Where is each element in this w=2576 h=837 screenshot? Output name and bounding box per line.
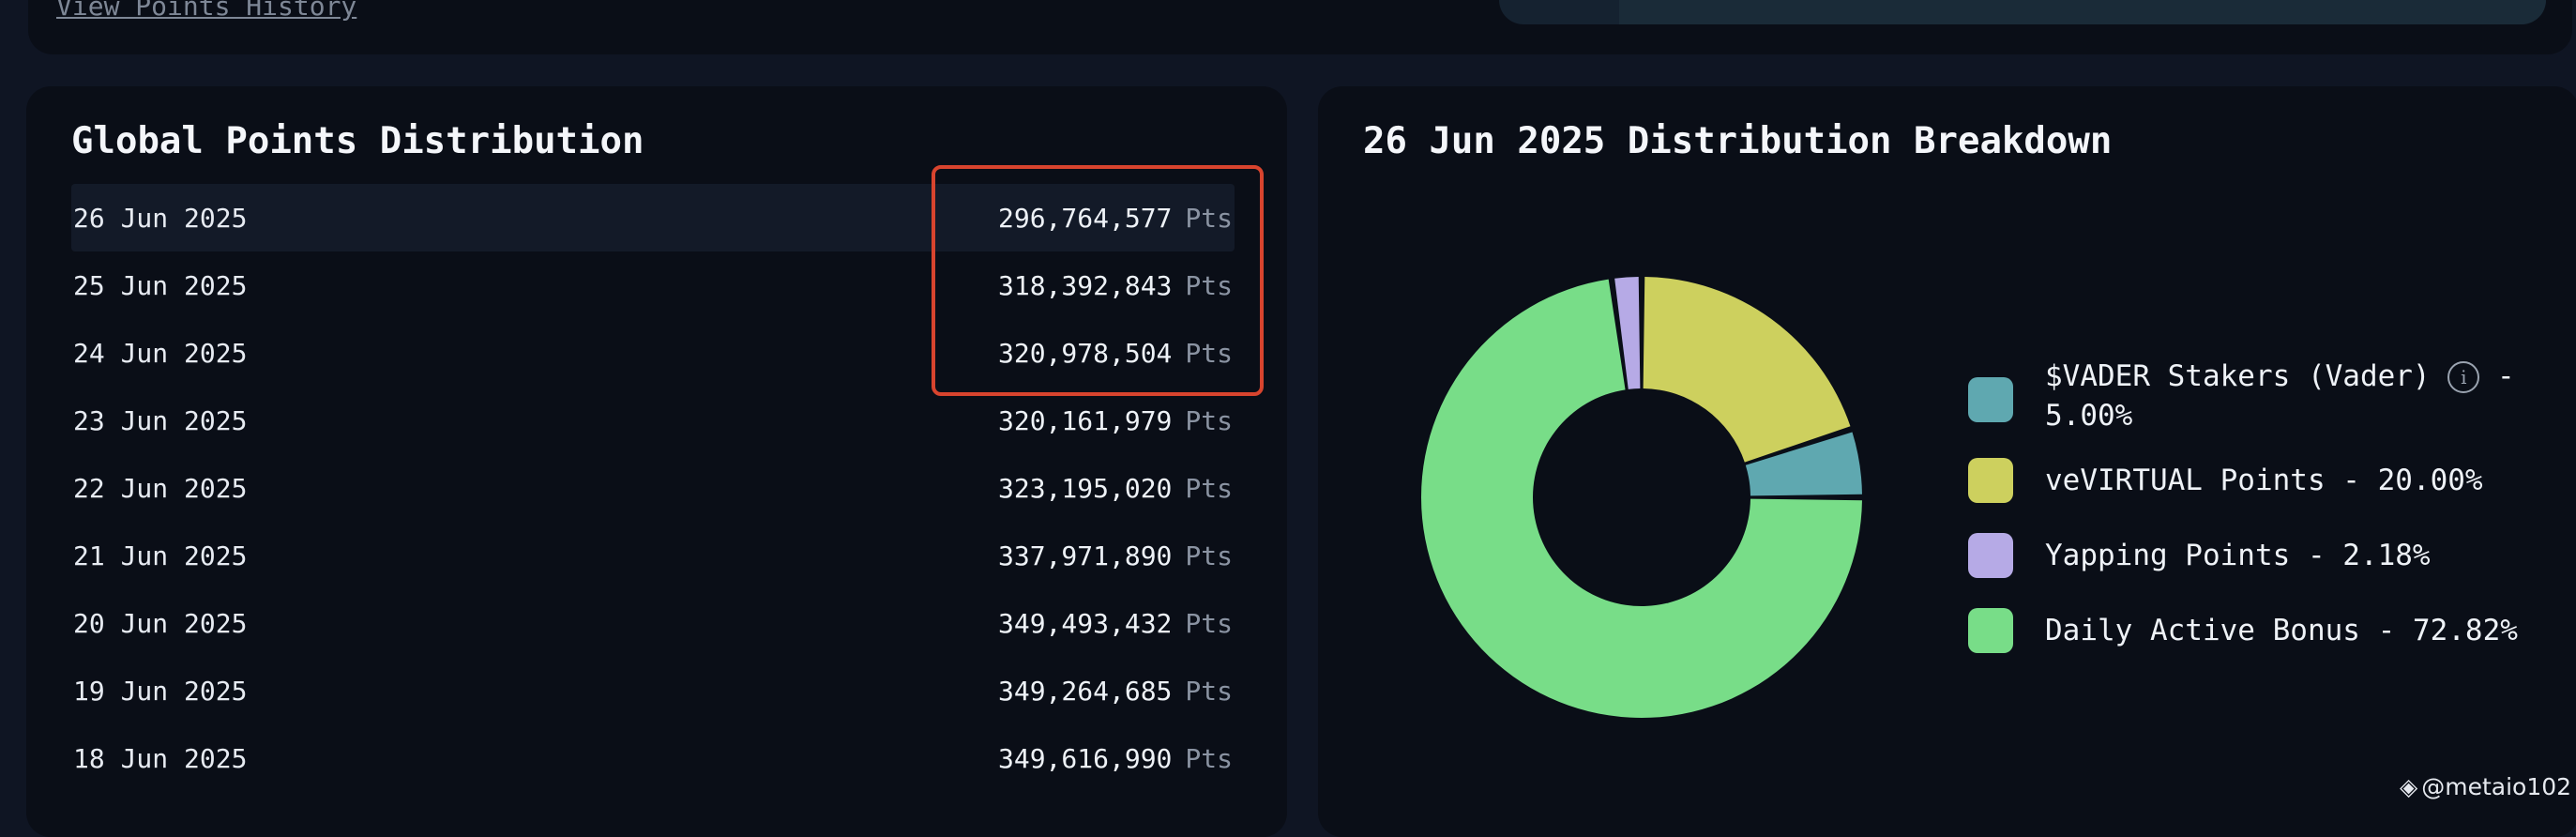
points-unit: Pts bbox=[1185, 540, 1233, 571]
legend-swatch bbox=[1968, 608, 2013, 653]
row-date: 20 Jun 2025 bbox=[73, 607, 248, 639]
row-value: 337,971,890 Pts bbox=[998, 540, 1235, 571]
legend-label: Daily Active Bonus - 72.82% bbox=[2045, 614, 2518, 647]
points-number: 349,264,685 bbox=[997, 675, 1173, 707]
watermark: ◈ @metaio102 bbox=[2400, 773, 2571, 800]
legend-label-line2: 5.00% bbox=[2045, 399, 2133, 433]
row-date: 25 Jun 2025 bbox=[73, 269, 248, 301]
watermark-text: @metaio102 bbox=[2421, 773, 2572, 800]
legend-label: $VADER Stakers (Vader) i - 5.00% bbox=[2045, 357, 2515, 435]
info-icon[interactable]: i bbox=[2447, 361, 2480, 393]
row-date: 23 Jun 2025 bbox=[73, 404, 248, 436]
annotation-highlight-box bbox=[932, 165, 1264, 396]
table-row[interactable]: 21 Jun 2025 337,971,890 Pts bbox=[71, 522, 1235, 589]
top-right-progress-bar bbox=[1499, 0, 2546, 24]
legend-swatch bbox=[1968, 533, 2013, 578]
points-number: 323,195,020 bbox=[997, 472, 1173, 504]
table-row[interactable]: 23 Jun 2025 320,161,979 Pts bbox=[71, 387, 1235, 454]
panel-title: Global Points Distribution bbox=[71, 120, 644, 162]
row-date: 19 Jun 2025 bbox=[73, 675, 248, 707]
legend-swatch bbox=[1968, 458, 2013, 503]
points-number: 337,971,890 bbox=[997, 540, 1173, 571]
points-unit: Pts bbox=[1185, 472, 1233, 504]
points-number: 349,493,432 bbox=[997, 607, 1173, 639]
row-date: 26 Jun 2025 bbox=[73, 202, 248, 234]
table-row[interactable]: 19 Jun 2025 349,264,685 Pts bbox=[71, 657, 1235, 724]
points-number: 349,616,990 bbox=[997, 742, 1173, 774]
row-date: 18 Jun 2025 bbox=[73, 742, 248, 774]
points-unit: Pts bbox=[1185, 404, 1233, 436]
legend-label: Yapping Points - 2.18% bbox=[2045, 539, 2431, 572]
legend-label: veVIRTUAL Points - 20.00% bbox=[2045, 464, 2483, 497]
panel-title: 26 Jun 2025 Distribution Breakdown bbox=[1363, 120, 2113, 162]
table-row[interactable]: 18 Jun 2025 349,616,990 Pts bbox=[71, 724, 1235, 792]
progress-fill bbox=[1619, 0, 2546, 24]
table-row[interactable]: 22 Jun 2025 323,195,020 Pts bbox=[71, 454, 1235, 522]
row-date: 24 Jun 2025 bbox=[73, 337, 248, 369]
breakdown-donut-chart bbox=[1421, 277, 1862, 718]
legend-label-line1: $VADER Stakers (Vader) bbox=[2045, 359, 2431, 393]
points-unit: Pts bbox=[1185, 675, 1233, 707]
row-value: 349,493,432 Pts bbox=[998, 608, 1235, 639]
binance-diamond-icon: ◈ bbox=[2400, 773, 2418, 800]
row-date: 22 Jun 2025 bbox=[73, 472, 248, 504]
points-number: 320,161,979 bbox=[997, 404, 1173, 436]
legend-swatch bbox=[1968, 377, 2013, 422]
view-points-history-link[interactable]: View Points History bbox=[56, 0, 356, 22]
legend-label-suffix: - bbox=[2496, 359, 2515, 393]
donut-slice-vevirtual[interactable] bbox=[1643, 277, 1851, 463]
table-row[interactable]: 20 Jun 2025 349,493,432 Pts bbox=[71, 589, 1235, 657]
row-value: 349,264,685 Pts bbox=[998, 676, 1235, 707]
points-unit: Pts bbox=[1185, 742, 1233, 774]
row-value: 349,616,990 Pts bbox=[998, 743, 1235, 774]
row-date: 21 Jun 2025 bbox=[73, 540, 248, 571]
row-value: 320,161,979 Pts bbox=[998, 405, 1235, 436]
points-unit: Pts bbox=[1185, 607, 1233, 639]
row-value: 323,195,020 Pts bbox=[998, 473, 1235, 504]
